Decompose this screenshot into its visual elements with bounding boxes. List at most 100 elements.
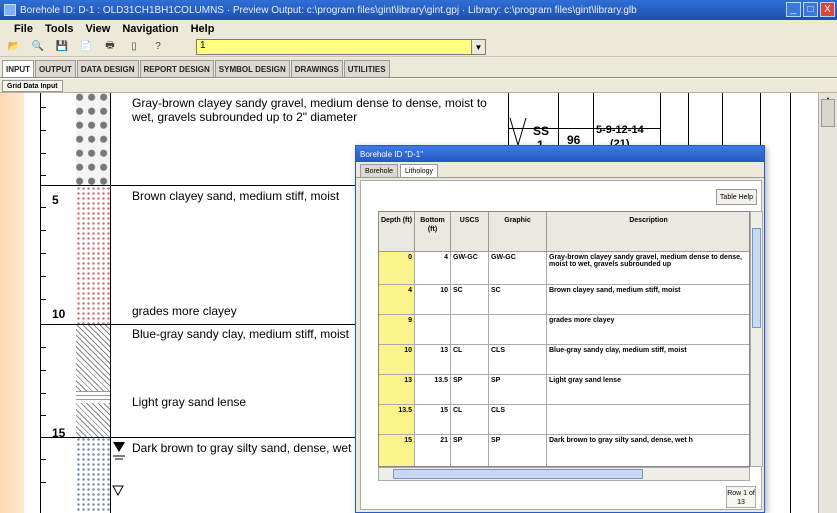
menu-view[interactable]: View: [85, 23, 110, 35]
table-cell-uscs[interactable]: SP: [451, 375, 489, 405]
open-icon[interactable]: 📂: [6, 40, 22, 54]
menu-tools[interactable]: Tools: [45, 23, 74, 35]
save-icon[interactable]: 💾: [54, 40, 70, 54]
depth-label-10: 10: [52, 307, 66, 321]
window-title: Borehole ID: D-1 : OLD31CH1BH1COLUMNS · …: [20, 4, 637, 16]
table-cell-uscs[interactable]: [451, 315, 489, 345]
column-header-bottom[interactable]: Bottom (ft): [415, 212, 451, 252]
subtab-grid-data-input[interactable]: Grid Data Input: [2, 80, 63, 92]
grid-horizontal-scrollbar[interactable]: [378, 467, 750, 481]
table-cell-graphic[interactable]: CLS: [489, 345, 547, 375]
table-cell-graphic[interactable]: SC: [489, 285, 547, 315]
print-icon[interactable]: 🖶: [102, 40, 118, 54]
table-cell-bottom[interactable]: 15: [415, 405, 451, 435]
lithology-grid: Depth (ft) Bottom (ft) USCS Graphic Desc…: [378, 211, 750, 467]
app-icon: [4, 4, 16, 16]
table-cell-bottom[interactable]: [415, 315, 451, 345]
tab-drawings[interactable]: DRAWINGS: [290, 60, 343, 77]
column-header-depth[interactable]: Depth (ft): [379, 212, 415, 252]
depth-tick: [40, 415, 46, 416]
window-controls: _ □ X: [786, 2, 835, 17]
table-cell-uscs[interactable]: SC: [451, 285, 489, 315]
menu-help[interactable]: Help: [191, 23, 215, 35]
table-cell-uscs[interactable]: CL: [451, 405, 489, 435]
tab-lithology[interactable]: Lithology: [400, 164, 439, 177]
depth-tick: [40, 107, 46, 108]
table-cell-depth[interactable]: 13.5: [379, 405, 415, 435]
tab-utilities[interactable]: UTILITIES: [343, 60, 390, 77]
menu-file[interactable]: File: [14, 23, 33, 35]
table-cell-graphic[interactable]: SP: [489, 435, 547, 466]
log-description: Light gray sand lense: [132, 395, 247, 409]
table-cell-bottom[interactable]: 13.5: [415, 375, 451, 405]
tab-output[interactable]: OUTPUT: [35, 60, 76, 77]
table-cell-description[interactable]: Dark brown to gray silty sand, dense, we…: [547, 435, 749, 466]
zoom-icon[interactable]: 🔍: [30, 40, 46, 54]
depth-tick: [40, 253, 46, 254]
table-cell-description[interactable]: grades more clayey: [547, 315, 749, 345]
scrollbar-thumb[interactable]: [393, 469, 643, 479]
menu-navigation[interactable]: Navigation: [122, 23, 178, 35]
table-cell-uscs[interactable]: CL: [451, 345, 489, 375]
borehole-select[interactable]: 1 ▼: [196, 39, 486, 55]
help-icon[interactable]: ?: [150, 40, 166, 54]
table-cell-graphic[interactable]: CLS: [489, 405, 547, 435]
table-cell-description[interactable]: [547, 405, 749, 435]
table-cell-depth[interactable]: 10: [379, 345, 415, 375]
sandy-clay-graphic: [76, 403, 110, 437]
table-cell-depth[interactable]: 0: [379, 252, 415, 285]
table-help-button[interactable]: Table Help: [715, 189, 757, 205]
scrollbar-thumb[interactable]: [821, 99, 835, 127]
depth-column-line: [40, 93, 41, 513]
dialog-body: Table Help Depth (ft) Bottom (ft) USCS G…: [360, 180, 763, 510]
column-header-graphic[interactable]: Graphic: [489, 212, 547, 252]
water-level-icon: [113, 442, 125, 460]
vertical-scrollbar[interactable]: ▲: [818, 93, 837, 513]
table-cell-bottom[interactable]: 4: [415, 252, 451, 285]
row-count: Row 1 of 13: [726, 486, 756, 508]
scrollbar-thumb[interactable]: [752, 228, 761, 328]
minimize-button[interactable]: _: [786, 2, 801, 17]
tab-input[interactable]: INPUT: [2, 60, 34, 77]
copy-icon[interactable]: 📄: [78, 40, 94, 54]
table-cell-graphic[interactable]: SP: [489, 375, 547, 405]
water-level-icon: [112, 485, 124, 497]
table-cell-bottom[interactable]: 13: [415, 345, 451, 375]
table-cell-graphic[interactable]: GW-GC: [489, 252, 547, 285]
main-tabs: INPUT OUTPUT DATA DESIGN REPORT DESIGN S…: [0, 57, 837, 78]
table-cell-bottom[interactable]: 10: [415, 285, 451, 315]
depth-tick: [40, 230, 46, 231]
tab-borehole[interactable]: Borehole: [360, 164, 399, 177]
table-cell-depth[interactable]: 9: [379, 315, 415, 345]
title-bar: Borehole ID: D-1 : OLD31CH1BH1COLUMNS · …: [0, 0, 837, 20]
silty-sand-graphic: [76, 437, 110, 513]
table-cell-graphic[interactable]: [489, 315, 547, 345]
tab-symbol-design[interactable]: SYMBOL DESIGN: [214, 60, 290, 77]
tab-report-design[interactable]: REPORT DESIGN: [139, 60, 214, 77]
table-cell-description[interactable]: Blue-gray sandy clay, medium stiff, mois…: [547, 345, 749, 375]
log-description: Brown clayey sand, medium stiff, moist: [132, 189, 340, 203]
close-button[interactable]: X: [820, 2, 835, 17]
table-cell-uscs[interactable]: GW-GC: [451, 252, 489, 285]
chevron-down-icon[interactable]: ▼: [471, 40, 485, 54]
table-cell-description[interactable]: Gray-brown clayey sandy gravel, medium d…: [547, 252, 749, 285]
table-cell-depth[interactable]: 15: [379, 435, 415, 466]
log-description: Blue-gray sandy clay, medium stiff, mois…: [132, 327, 349, 341]
gravel-graphic: [76, 93, 110, 185]
table-cell-bottom[interactable]: 21: [415, 435, 451, 466]
table-cell-description[interactable]: Brown clayey sand, medium stiff, moist: [547, 285, 749, 315]
table-cell-uscs[interactable]: SP: [451, 435, 489, 466]
column-header-uscs[interactable]: USCS: [451, 212, 489, 252]
page-icon[interactable]: ▯: [126, 40, 142, 54]
menu-bar: File Tools View Navigation Help: [0, 20, 837, 37]
dialog-tabs: Borehole Lithology: [356, 162, 764, 178]
table-cell-depth[interactable]: 4: [379, 285, 415, 315]
maximize-button[interactable]: □: [803, 2, 818, 17]
tab-data-design[interactable]: DATA DESIGN: [76, 60, 139, 77]
grid-vertical-scrollbar[interactable]: [750, 211, 763, 467]
column-header-description[interactable]: Description: [547, 212, 749, 252]
depth-tick: [40, 459, 46, 460]
table-cell-depth[interactable]: 13: [379, 375, 415, 405]
table-cell-description[interactable]: Light gray sand lense: [547, 375, 749, 405]
depth-tick: [40, 175, 46, 176]
